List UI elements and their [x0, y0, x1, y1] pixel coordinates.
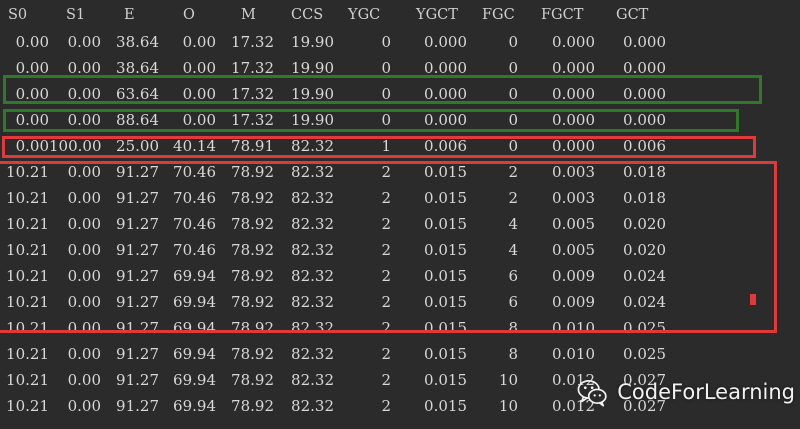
- highlight-green-row-4: [3, 109, 739, 132]
- header-o: O: [183, 7, 195, 23]
- table-cell-ccs: 82.32: [291, 345, 334, 363]
- table-cell-ygc: 2: [381, 397, 391, 415]
- table-cell-s1: 0.00: [67, 371, 101, 389]
- table-cell-m: 17.32: [231, 33, 274, 51]
- table-cell-s1: 0.00: [67, 345, 101, 363]
- table-cell-ccs: 82.32: [291, 371, 334, 389]
- terminal-window: S0 S1 E O M CCS YGC YGCT FGC FGCT GCT 0.…: [0, 0, 800, 429]
- table-cell-e: 91.27: [116, 371, 159, 389]
- table-cell-ccs: 19.90: [291, 33, 334, 51]
- header-ygct: YGCT: [416, 7, 458, 23]
- table-cell-fgc: 0: [508, 33, 518, 51]
- table-cell-ygct: 0.015: [424, 397, 467, 415]
- table-cell-e: 91.27: [116, 345, 159, 363]
- table-cell-o: 69.94: [173, 397, 216, 415]
- watermark: CodeForLearning: [575, 372, 795, 412]
- red-marker: [750, 294, 756, 305]
- table-cell-m: 78.92: [231, 371, 274, 389]
- table-cell-e: 38.64: [116, 33, 159, 51]
- table-cell-o: 69.94: [173, 345, 216, 363]
- table-row: 10.21 0.00 91.27 69.94 78.92 82.32 2 0.015 8 0.01…: [0, 341, 800, 367]
- wechat-icon: [577, 380, 607, 407]
- table-cell-e: 91.27: [116, 397, 159, 415]
- table-cell-gct: 0.000: [623, 33, 666, 51]
- table-cell-s0: 0.00: [15, 33, 49, 51]
- table-cell-fgct: 0.010: [552, 345, 595, 363]
- table-cell-s0: 10.21: [6, 345, 49, 363]
- table-cell-ygc: 2: [381, 371, 391, 389]
- table-cell-o: 0.00: [182, 33, 216, 51]
- table-cell-s0: 10.21: [6, 397, 49, 415]
- table-cell-o: 69.94: [173, 371, 216, 389]
- header-e: E: [124, 7, 135, 23]
- header-s0: S0: [8, 7, 28, 23]
- table-cell-s1: 0.00: [67, 397, 101, 415]
- watermark-text: CodeForLearning: [617, 380, 795, 404]
- table-cell-fgc: 10: [498, 397, 518, 415]
- header-ygc: YGC: [348, 7, 381, 23]
- table-cell-fgc: 10: [498, 371, 518, 389]
- table-cell-s0: 10.21: [6, 371, 49, 389]
- header-fgc: FGC: [482, 7, 515, 23]
- table-cell-ygct: 0.000: [424, 33, 467, 51]
- table-cell-fgct: 0.000: [552, 33, 595, 51]
- highlight-green-row-3: [3, 75, 762, 104]
- header-ccs: CCS: [291, 7, 324, 23]
- highlight-red-row-5: [2, 136, 756, 158]
- table-cell-fgc: 8: [508, 345, 518, 363]
- highlight-red-block: [0, 161, 777, 333]
- table-cell-m: 78.92: [231, 345, 274, 363]
- table-cell-ygc: 0: [381, 33, 391, 51]
- table-cell-ccs: 82.32: [291, 397, 334, 415]
- table-row: 0.00 0.00 38.64 0.00 17.32 19.90 0 0.000 0 0.000 0…: [0, 29, 800, 55]
- table-cell-ygct: 0.015: [424, 371, 467, 389]
- header-gct: GCT: [616, 7, 649, 23]
- table-cell-s1: 0.00: [67, 33, 101, 51]
- header-fgct: FGCT: [541, 7, 584, 23]
- table-cell-m: 78.92: [231, 397, 274, 415]
- table-cell-gct: 0.025: [623, 345, 666, 363]
- header-row: S0 S1 E O M CCS YGC YGCT FGC FGCT GCT: [0, 2, 800, 28]
- table-cell-ygct: 0.015: [424, 345, 467, 363]
- table-cell-ygc: 2: [381, 345, 391, 363]
- header-s1: S1: [66, 7, 86, 23]
